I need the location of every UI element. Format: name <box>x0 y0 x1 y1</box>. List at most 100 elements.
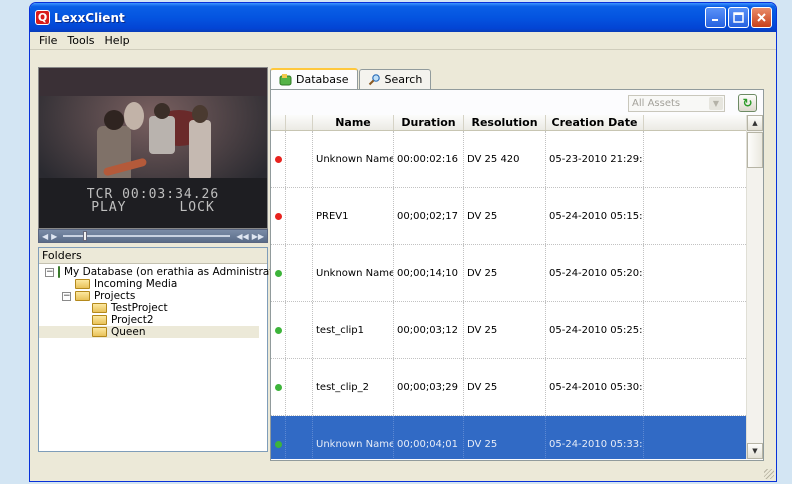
table-row[interactable]: Unknown Name.100;00;14;10DV 2505-24-2010… <box>271 245 746 302</box>
filter-bar: All Assets ▼ ↻ <box>271 90 763 115</box>
tree-node-label: TestProject <box>111 302 168 314</box>
menu-file[interactable]: File <box>34 34 62 47</box>
folders-header: Folders <box>39 248 267 264</box>
chevron-down-icon[interactable]: ▼ <box>709 97 723 110</box>
folder-icon <box>75 291 90 301</box>
cell-duration: 00;00;04;01 <box>394 416 464 459</box>
col-status-header[interactable] <box>271 115 286 130</box>
cell-name: test_clip_2 <box>313 359 394 415</box>
minimize-icon <box>712 19 718 21</box>
cell-duration: 00;00;02;17 <box>394 188 464 244</box>
table-row[interactable]: test_clip1 00;00;03;12 DV 25 05-24-2010 05:… <box>271 302 746 359</box>
col-name-header[interactable]: Name <box>313 115 394 130</box>
status-cell <box>271 245 286 301</box>
folder-icon <box>92 327 107 337</box>
tree-node[interactable]: − Projects <box>39 290 267 302</box>
cell-resolution: DV 25 <box>464 188 546 244</box>
spacer-cell <box>286 416 313 459</box>
video-preview[interactable]: TCR 00:03:34.26 PLAY LOCK <box>38 67 268 229</box>
asset-filter-select[interactable]: All Assets ▼ <box>628 95 725 112</box>
database-icon <box>58 266 60 278</box>
tab-search[interactable]: Search <box>358 69 432 89</box>
folder-icon <box>92 303 107 313</box>
grid-scrollbar[interactable]: ▲ ▼ <box>746 115 763 459</box>
app-logo-icon: Q <box>35 10 50 25</box>
cell-resolution: DV 25 <box>464 245 546 301</box>
col-resolution-header[interactable]: Resolution <box>464 115 546 130</box>
maximize-button[interactable] <box>728 7 749 28</box>
left-pane: TCR 00:03:34.26 PLAY LOCK ◀ ▶ ◀◀ ▶▶ Fold… <box>38 67 288 452</box>
folders-panel: Folders − My Database (on erathia as Admi… <box>38 247 288 452</box>
main-window: Q LexxClient File Tools Help TCR 00:03:3… <box>29 2 777 482</box>
refresh-icon: ↻ <box>742 96 753 110</box>
step-forward-icon[interactable]: ▶▶ <box>252 232 264 241</box>
col-created-header[interactable]: Creation Date <box>546 115 644 130</box>
seek-track[interactable] <box>63 231 231 241</box>
search-icon <box>368 73 380 85</box>
spacer-cell <box>286 245 313 301</box>
tree-node-label: Projects <box>94 290 136 302</box>
folder-tree: − My Database (on erathia as Administrato… <box>39 264 288 338</box>
status-dot-icon <box>274 155 282 163</box>
cell-duration: 00;00;03;12 <box>394 302 464 358</box>
table-row[interactable]: Unknown Name.100;00;04;01DV 2505-24-2010… <box>271 416 746 459</box>
cell-duration: 00:00:02:16 <box>394 131 464 187</box>
tree-node[interactable]: TestProject <box>39 302 267 314</box>
tree-node[interactable]: Incoming Media <box>39 278 267 290</box>
tree-node-label: Queen <box>111 326 146 338</box>
grid-header: Name Duration Resolution Creation Date <box>271 115 746 131</box>
table-row[interactable]: PREV100;00;02;17DV 2505-24-2010 05:15:15 <box>271 188 746 245</box>
minimize-button[interactable] <box>705 7 726 28</box>
refresh-button[interactable]: ↻ <box>738 94 757 112</box>
rewind-icon[interactable]: ◀ <box>42 232 48 241</box>
title-bar[interactable]: Q LexxClient <box>30 3 776 32</box>
timecode-overlay: TCR 00:03:34.26 PLAY LOCK <box>39 188 267 214</box>
status-bar <box>30 463 776 481</box>
cell-duration: 00;00;03;29 <box>394 359 464 415</box>
resize-grip-icon[interactable] <box>764 469 774 479</box>
step-back-icon[interactable]: ◀◀ <box>236 232 248 241</box>
database-panel: All Assets ▼ ↻ Name Duration Resolution <box>270 89 764 461</box>
scroll-up-button[interactable]: ▲ <box>747 115 763 131</box>
spacer-cell <box>286 359 313 415</box>
status-dot-icon <box>274 269 282 277</box>
tree-node[interactable]: − My Database (on erathia as Administrato… <box>39 266 288 278</box>
collapse-icon[interactable]: − <box>45 267 54 277</box>
status-dot-icon <box>274 440 282 448</box>
cell-created: 05-24-2010 05:20:15 <box>546 245 644 301</box>
transport-status: PLAY LOCK <box>39 201 267 214</box>
cell-name: Unknown Name.1 <box>313 245 394 301</box>
table-row[interactable]: Unknown Name.100:00:02:16DV 25 42005-23-… <box>271 131 746 188</box>
menu-help[interactable]: Help <box>100 34 135 47</box>
cell-name: PREV1 <box>313 188 394 244</box>
cell-created: 05-24-2010 05:15:15 <box>546 188 644 244</box>
maximize-icon <box>733 12 744 23</box>
col-duration-header[interactable]: Duration <box>394 115 464 130</box>
tree-node[interactable]: Queen <box>39 326 259 338</box>
seek-handle[interactable] <box>83 231 88 241</box>
database-icon <box>279 73 292 85</box>
play-icon[interactable]: ▶ <box>51 232 57 241</box>
tab-database[interactable]: Database <box>270 68 358 89</box>
menu-tools[interactable]: Tools <box>62 34 99 47</box>
cell-resolution: DV 25 <box>464 359 546 415</box>
cell-resolution: DV 25 <box>464 416 546 459</box>
player-controls: ◀ ▶ ◀◀ ▶▶ <box>38 229 268 243</box>
close-button[interactable] <box>751 7 772 28</box>
close-icon <box>757 13 766 22</box>
tree-node[interactable]: Project2 <box>39 314 267 326</box>
cell-created: 05-24-2010 05:33:00 <box>546 416 644 459</box>
window-title: LexxClient <box>54 10 125 25</box>
cell-resolution: DV 25 <box>464 302 546 358</box>
status-cell <box>271 416 286 459</box>
collapse-icon[interactable]: − <box>62 291 71 301</box>
status-cell <box>271 359 286 415</box>
grid-body: Unknown Name.100:00:02:16DV 25 42005-23-… <box>271 131 746 459</box>
scroll-thumb[interactable] <box>747 132 763 168</box>
status-cell <box>271 188 286 244</box>
tab-search-label: Search <box>384 73 423 86</box>
cell-created: 05-24-2010 05:25:12 <box>546 302 644 358</box>
cell-resolution: DV 25 420 <box>464 131 546 187</box>
scroll-down-button[interactable]: ▼ <box>747 443 763 459</box>
table-row[interactable]: test_clip_2 00;00;03;29 DV 25 05-24-2010 05… <box>271 359 746 416</box>
